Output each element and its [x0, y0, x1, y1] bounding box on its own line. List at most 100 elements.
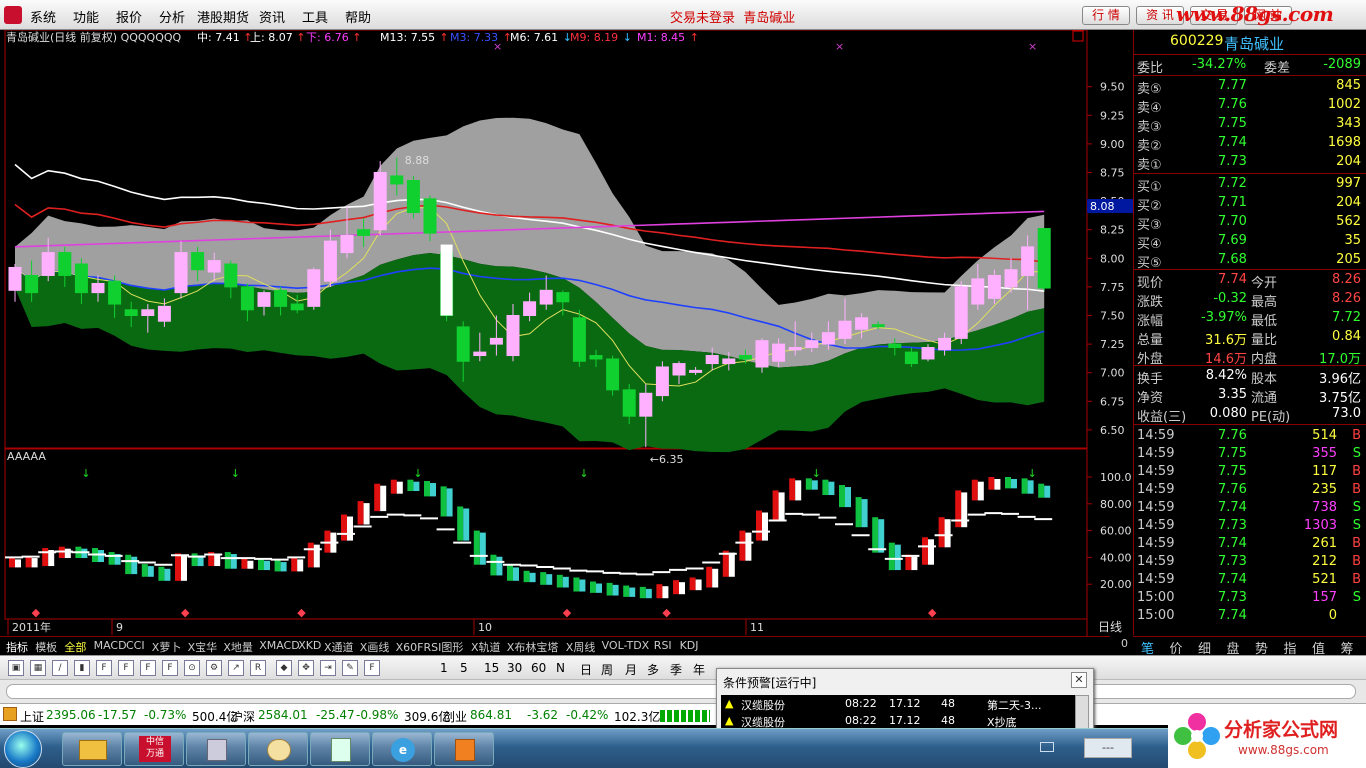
- taskbar-media[interactable]: [434, 732, 494, 766]
- taskbar-paint[interactable]: [248, 732, 308, 766]
- period-button[interactable]: N: [556, 661, 565, 675]
- diamond-icon[interactable]: ◆: [276, 660, 292, 676]
- menu-function[interactable]: 功能: [73, 7, 99, 26]
- tick-row: 14:59 7.73 1303 S: [1137, 518, 1361, 533]
- alert-scrollbar[interactable]: [1075, 695, 1089, 729]
- period-button[interactable]: 年: [693, 661, 705, 678]
- alert-row[interactable]: ▲ 汉缆股份 08:22 17.12 48 X抄底: [721, 712, 1075, 729]
- weibi-value: -34.27%: [1192, 57, 1247, 72]
- period-button[interactable]: 周: [601, 661, 613, 678]
- indicator-tab[interactable]: XKD: [298, 639, 321, 652]
- indicator-bar: [689, 577, 696, 591]
- menu-quote[interactable]: 报价: [116, 7, 142, 26]
- chart-icon[interactable]: ▣: [8, 660, 24, 676]
- f3-icon[interactable]: F: [162, 660, 178, 676]
- period-button[interactable]: 月: [625, 661, 637, 678]
- indicator-tab[interactable]: CCI: [126, 639, 145, 652]
- indicator-bar: [258, 558, 264, 571]
- cy-index-value: 864.81: [470, 708, 512, 722]
- indicator-bar: [241, 558, 248, 569]
- line-icon[interactable]: ∕: [52, 660, 68, 676]
- taskbar-zhongxin[interactable]: 中信 万通: [124, 732, 184, 766]
- price-tick-label: 7.50: [1100, 310, 1125, 323]
- zoom-icon[interactable]: ⊙: [184, 660, 200, 676]
- menu-help[interactable]: 帮助: [345, 7, 371, 26]
- indicator-tab[interactable]: X布林宝塔: [507, 639, 559, 655]
- indicator-tab[interactable]: X宝华: [188, 639, 218, 655]
- market-button[interactable]: 行 情: [1082, 6, 1130, 25]
- close-icon[interactable]: ✕: [1071, 672, 1087, 688]
- indicator-bar: [529, 572, 536, 583]
- menu-analysis[interactable]: 分析: [159, 7, 185, 26]
- alert-row[interactable]: ▲ 汉缆股份 08:22 17.12 48 第二天-3...: [721, 695, 1075, 712]
- indicator-tab[interactable]: 全部: [64, 639, 86, 655]
- indicator-bar: [15, 559, 21, 568]
- indicator-tab[interactable]: 指标: [6, 639, 28, 655]
- condition-alert-window[interactable]: 条件预警[运行中] ✕ ▲ 汉缆股份 08:22 17.12 48 第二天-3.…: [716, 668, 1094, 730]
- indicator-tab[interactable]: X画线: [360, 639, 390, 655]
- period-button[interactable]: 季: [670, 661, 682, 678]
- candle-body: [41, 252, 55, 276]
- pencil-icon[interactable]: ✎: [342, 660, 358, 676]
- zoom-reset-button[interactable]: 0: [1121, 637, 1128, 650]
- ime-indicator[interactable]: ---: [1084, 738, 1132, 758]
- fio-icon[interactable]: F: [118, 660, 134, 676]
- candle-body: [904, 351, 918, 365]
- bar-icon[interactable]: ▮: [74, 660, 90, 676]
- indicator-tab[interactable]: X地量: [223, 639, 253, 655]
- indicator-tab[interactable]: RSI: [654, 639, 672, 652]
- indicator-tab[interactable]: X萝卜: [152, 639, 182, 655]
- stock-name: 青岛碱业: [1224, 35, 1285, 53]
- period-button[interactable]: 5: [460, 661, 468, 675]
- candle-body: [191, 252, 205, 271]
- keyboard-icon[interactable]: [1040, 742, 1054, 752]
- taskbar-notes[interactable]: [310, 732, 370, 766]
- tick-row: 14:59 7.76 514 B: [1137, 428, 1361, 443]
- indicator-tab[interactable]: X通道: [324, 639, 354, 655]
- start-button[interactable]: [4, 730, 42, 768]
- candle-body: [25, 274, 39, 294]
- menu-system[interactable]: 系统: [30, 7, 56, 26]
- export-icon[interactable]: ⇥: [320, 660, 336, 676]
- indicator-tab[interactable]: X周线: [566, 639, 596, 655]
- indicator-tab[interactable]: 模板: [35, 639, 57, 655]
- indicator-tab[interactable]: X轨道: [471, 639, 501, 655]
- indicator-tab[interactable]: KDJ: [680, 639, 699, 652]
- period-button[interactable]: 15: [484, 661, 499, 675]
- f5-icon[interactable]: F: [364, 660, 380, 676]
- period-button[interactable]: 30: [507, 661, 522, 675]
- login-status: 交易未登录 青岛碱业: [670, 11, 796, 26]
- taskbar-calculator[interactable]: [186, 732, 246, 766]
- f12-icon[interactable]: F: [140, 660, 156, 676]
- indicator-tab[interactable]: MACD: [94, 639, 127, 652]
- indicator-bar: [147, 566, 154, 577]
- move-icon[interactable]: ✥: [298, 660, 314, 676]
- taskbar-explorer[interactable]: [62, 732, 122, 766]
- period-button[interactable]: 60: [531, 661, 546, 675]
- current-price-tag: 8.08: [1090, 200, 1115, 213]
- alert-list: ▲ 汉缆股份 08:22 17.12 48 第二天-3... ▲ 汉缆股份 08…: [721, 695, 1075, 729]
- indicator-tab[interactable]: VOL-TDX: [602, 639, 650, 652]
- period-button[interactable]: 多: [647, 661, 659, 678]
- table-icon[interactable]: ▦: [30, 660, 46, 676]
- indicator-tab[interactable]: XMACD: [259, 639, 300, 652]
- period-button[interactable]: 日: [580, 661, 592, 678]
- taskbar-ie[interactable]: e: [372, 732, 432, 766]
- kline-chart[interactable]: 8.88←6.35 9.509.259.008.758.508.258.007.…: [0, 30, 1133, 636]
- indicator-bar: [712, 568, 719, 588]
- rsi-icon[interactable]: R: [250, 660, 266, 676]
- period-button[interactable]: 1: [440, 661, 448, 675]
- indicator-bar: [994, 479, 1001, 490]
- f10-icon[interactable]: F: [96, 660, 112, 676]
- gear-icon[interactable]: ⚙: [206, 660, 222, 676]
- sell-signal-arrow: ◆: [297, 606, 306, 619]
- command-input[interactable]: [6, 684, 1356, 699]
- indicator-bar: [944, 519, 951, 548]
- price-tick-label: 9.25: [1100, 109, 1125, 122]
- trend-icon[interactable]: ↗: [228, 660, 244, 676]
- menu-tools[interactable]: 工具: [302, 7, 328, 26]
- menu-hk-futures[interactable]: 港股期货: [197, 7, 249, 26]
- menu-news[interactable]: 资讯: [259, 7, 285, 26]
- indicator-tab[interactable]: X60FRSI图形: [396, 639, 464, 655]
- weibi-row: 委比 -34.27% 委差 -2089: [1137, 57, 1361, 76]
